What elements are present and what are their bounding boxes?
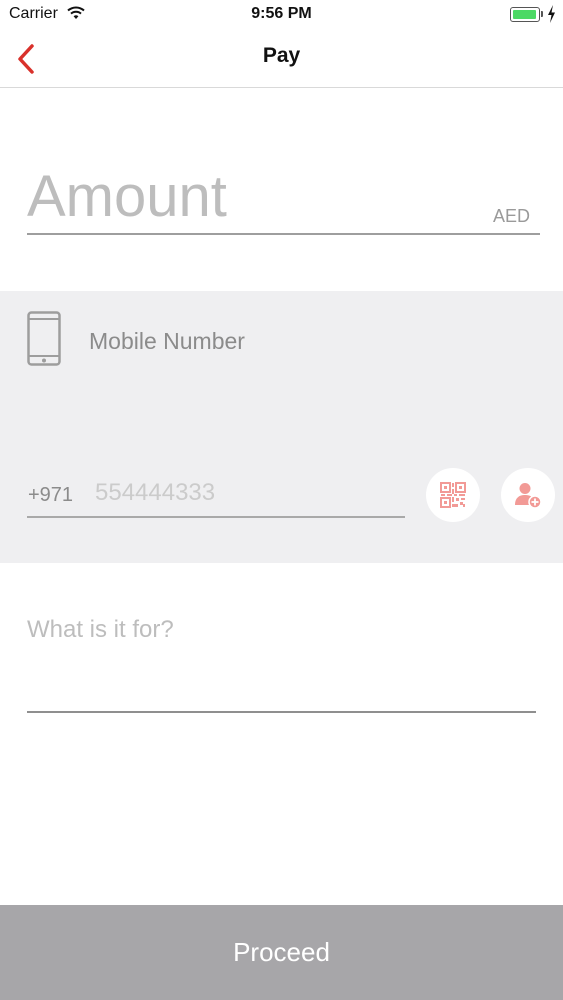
scan-qr-button[interactable] xyxy=(426,468,480,522)
charging-bolt-icon xyxy=(548,5,555,23)
battery-tip xyxy=(541,11,543,17)
mobile-number-label: Mobile Number xyxy=(89,328,245,354)
amount-underline xyxy=(27,233,540,235)
add-contact-button[interactable] xyxy=(501,468,555,522)
currency-label: AED xyxy=(493,206,531,226)
purpose-input[interactable] xyxy=(27,613,536,647)
navigation-bar: Pay xyxy=(0,30,563,88)
pay-screen: Carrier 9:56 PM Pay AED xyxy=(0,0,563,1000)
add-contact-icon xyxy=(515,483,542,509)
battery-icon xyxy=(510,7,540,22)
qr-code-icon xyxy=(440,482,466,508)
mobile-number-input[interactable] xyxy=(95,477,400,509)
purpose-underline xyxy=(27,711,536,713)
status-time: 9:56 PM xyxy=(251,5,312,22)
smartphone-icon xyxy=(27,311,61,366)
country-code: +971 xyxy=(28,484,74,506)
amount-input[interactable] xyxy=(27,162,487,230)
purpose-section xyxy=(0,563,563,905)
status-bar: Carrier 9:56 PM xyxy=(0,0,563,30)
mobile-number-underline xyxy=(27,516,405,518)
mobile-number-section: Mobile Number +971 xyxy=(0,291,563,563)
amount-section: AED xyxy=(0,88,563,291)
proceed-button[interactable]: Proceed xyxy=(0,905,563,1000)
page-title: Pay xyxy=(262,44,301,67)
battery-level xyxy=(513,10,536,19)
